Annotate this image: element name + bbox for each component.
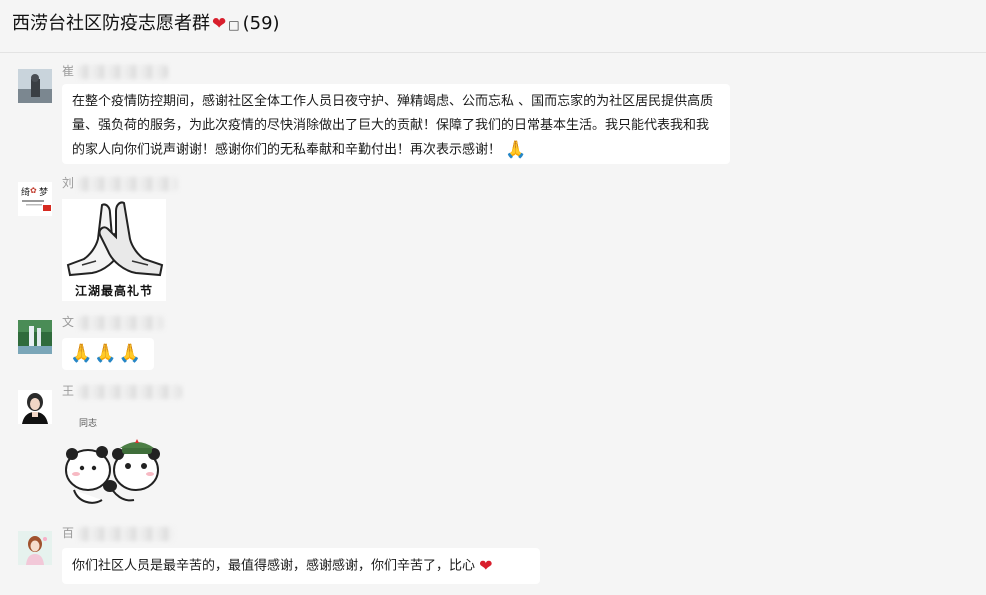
panda-hug-icon bbox=[65, 439, 160, 504]
avatar[interactable]: 绮 ✿ 梦 bbox=[18, 182, 52, 216]
sender-name-text: 刘 bbox=[62, 176, 75, 190]
sticker-image[interactable]: 江湖最高礼节 bbox=[62, 199, 166, 301]
sender-name: 百 bbox=[62, 525, 175, 541]
message-bubble[interactable]: 🙏🙏🙏 bbox=[62, 338, 154, 370]
sticker-caption: 同志 bbox=[79, 419, 98, 429]
sender-name: 刘 bbox=[62, 175, 179, 191]
group-name: 西涝台社区防疫志愿者群 bbox=[12, 13, 210, 34]
sender-name: 王 bbox=[62, 383, 183, 399]
heart-icon: ❤ bbox=[479, 556, 493, 575]
sender-name-text: 王 bbox=[62, 384, 75, 398]
sender-name: 文 bbox=[62, 314, 165, 330]
sender-name-text: 崔 bbox=[62, 64, 75, 78]
pray-icon: 🙏🙏🙏 bbox=[70, 343, 144, 364]
sticker-caption: 江湖最高礼节 bbox=[74, 284, 153, 298]
sender-name: 崔 bbox=[62, 63, 169, 79]
sender-name-text: 百 bbox=[62, 526, 75, 540]
heart-icon: ❤ bbox=[212, 14, 227, 34]
avatar[interactable] bbox=[18, 320, 52, 354]
avatar[interactable] bbox=[18, 390, 52, 424]
blurred-name bbox=[78, 315, 165, 330]
blurred-name bbox=[78, 64, 169, 79]
svg-text:绮: 绮 bbox=[21, 186, 30, 198]
message-bubble[interactable]: 你们社区人员是最辛苦的，最值得感谢，感谢感谢，你们辛苦了，比心 ❤ bbox=[62, 548, 540, 584]
chat-header: 西涝台社区防疫志愿者群 ❤ □ (59) bbox=[0, 0, 986, 53]
pray-icon: 🙏 bbox=[505, 140, 527, 160]
member-count: (59) bbox=[242, 13, 280, 34]
message-text: 你们社区人员是最辛苦的，最值得感谢，感谢感谢，你们辛苦了，比心 bbox=[72, 558, 476, 574]
sender-name-text: 文 bbox=[62, 315, 75, 329]
svg-text:✿: ✿ bbox=[30, 186, 37, 195]
blurred-name bbox=[78, 176, 179, 191]
message-bubble[interactable]: 在整个疫情防控期间，感谢社区全体工作人员日夜守护、殚精竭虑、公而忘私 、国而忘家… bbox=[62, 84, 730, 164]
avatar[interactable] bbox=[18, 69, 52, 103]
clasped-hands-icon bbox=[62, 199, 166, 281]
svg-text:梦: 梦 bbox=[39, 187, 48, 198]
blurred-name bbox=[78, 384, 183, 399]
chat-title[interactable]: 西涝台社区防疫志愿者群 ❤ □ (59) bbox=[12, 13, 280, 36]
sticker-image[interactable]: 同志 bbox=[62, 412, 162, 512]
blurred-name bbox=[78, 526, 175, 541]
message-text: 在整个疫情防控期间，感谢社区全体工作人员日夜守护、殚精竭虑、公而忘私 、国而忘家… bbox=[72, 94, 714, 158]
avatar[interactable] bbox=[18, 531, 52, 565]
emoji-placeholder-icon: □ bbox=[228, 18, 240, 32]
